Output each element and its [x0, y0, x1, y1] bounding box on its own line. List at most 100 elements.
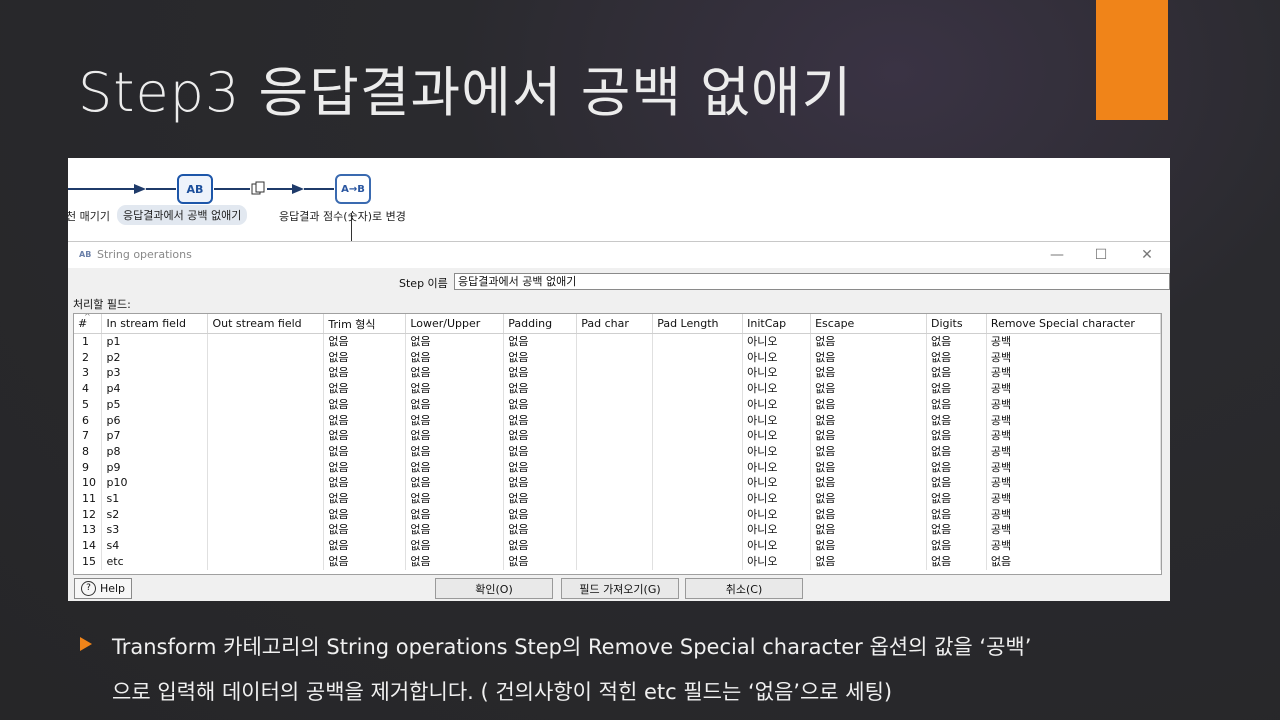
table-cell[interactable]: [652, 475, 744, 492]
table-cell[interactable]: [207, 506, 325, 523]
table-cell[interactable]: 없음: [810, 365, 927, 382]
maximize-button[interactable]: ☐: [1086, 245, 1116, 265]
column-header[interactable]: Trim 형식: [323, 314, 407, 334]
close-button[interactable]: ✕: [1132, 245, 1162, 265]
table-cell[interactable]: p3: [101, 365, 209, 382]
table-row[interactable]: 14 s4 없음 없음 없음 아니오 없음 없음 공백: [74, 538, 1161, 554]
table-row[interactable]: 11 s1 없음 없음 없음 아니오 없음 없음 공백: [74, 491, 1161, 507]
table-cell[interactable]: 없음: [926, 459, 987, 476]
table-cell[interactable]: [576, 333, 654, 350]
table-cell[interactable]: 공백: [986, 349, 1161, 366]
table-cell[interactable]: [207, 381, 325, 397]
table-cell[interactable]: [576, 365, 654, 382]
table-cell[interactable]: 없음: [405, 491, 505, 507]
table-cell[interactable]: [652, 333, 744, 350]
table-cell[interactable]: 없음: [503, 475, 578, 492]
table-cell[interactable]: 공백: [986, 475, 1161, 492]
string-operations-step-icon[interactable]: AB: [177, 174, 213, 204]
table-cell[interactable]: 없음: [405, 475, 505, 492]
table-cell[interactable]: 아니오: [742, 538, 812, 554]
table-cell[interactable]: 없음: [926, 349, 987, 366]
table-cell[interactable]: 없음: [503, 333, 578, 350]
table-row[interactable]: 6 p6 없음 없음 없음 아니오 없음 없음 공백: [74, 412, 1161, 429]
table-cell[interactable]: 없음: [926, 538, 987, 554]
table-cell[interactable]: p1: [101, 333, 209, 350]
table-cell[interactable]: 공백: [986, 522, 1161, 539]
table-cell[interactable]: [207, 522, 325, 539]
table-cell[interactable]: 없음: [926, 443, 987, 460]
table-cell[interactable]: [652, 349, 744, 366]
step-label-replace[interactable]: 응답결과 점수(숫자)로 변경: [279, 208, 406, 224]
table-cell[interactable]: [576, 506, 654, 523]
table-cell[interactable]: 없음: [810, 349, 927, 366]
table-cell[interactable]: [652, 381, 744, 397]
table-cell[interactable]: [207, 491, 325, 507]
column-header[interactable]: Out stream field: [207, 314, 325, 334]
table-cell[interactable]: 없음: [986, 553, 1161, 570]
table-cell[interactable]: 없음: [405, 522, 505, 539]
table-cell[interactable]: 아니오: [742, 333, 812, 350]
table-cell[interactable]: 아니오: [742, 475, 812, 492]
table-cell[interactable]: 없음: [323, 365, 407, 382]
table-row[interactable]: 1 p1 없음 없음 없음 아니오 없음 없음 공백: [74, 333, 1161, 350]
table-cell[interactable]: 없음: [405, 412, 505, 429]
column-header[interactable]: Remove Special character: [986, 314, 1161, 334]
column-header[interactable]: Lower/Upper: [405, 314, 505, 334]
table-cell[interactable]: [576, 349, 654, 366]
table-cell[interactable]: 아니오: [742, 522, 812, 539]
table-cell[interactable]: s4: [101, 538, 209, 554]
table-cell[interactable]: 없음: [323, 412, 407, 429]
table-cell[interactable]: 공백: [986, 538, 1161, 554]
table-cell[interactable]: 아니오: [742, 349, 812, 366]
table-cell[interactable]: p9: [101, 459, 209, 476]
table-cell[interactable]: 없음: [323, 538, 407, 554]
table-cell[interactable]: p7: [101, 428, 209, 444]
table-cell[interactable]: 없음: [503, 365, 578, 382]
table-cell[interactable]: 없음: [405, 396, 505, 413]
table-cell[interactable]: [652, 443, 744, 460]
table-cell[interactable]: 없음: [810, 381, 927, 397]
table-cell[interactable]: [652, 553, 744, 570]
table-cell[interactable]: 없음: [323, 349, 407, 366]
table-cell[interactable]: 없음: [323, 396, 407, 413]
table-cell[interactable]: 없음: [810, 459, 927, 476]
table-cell[interactable]: [576, 475, 654, 492]
table-cell[interactable]: [207, 459, 325, 476]
table-cell[interactable]: [207, 475, 325, 492]
table-cell[interactable]: 없음: [405, 428, 505, 444]
table-row[interactable]: 13 s3 없음 없음 없음 아니오 없음 없음 공백: [74, 522, 1161, 539]
table-cell[interactable]: 공백: [986, 396, 1161, 413]
table-cell[interactable]: [652, 491, 744, 507]
table-row[interactable]: 10 p10 없음 없음 없음 아니오 없음 없음 공백: [74, 475, 1161, 492]
table-cell[interactable]: [652, 459, 744, 476]
table-cell[interactable]: 없음: [405, 506, 505, 523]
step-name-input[interactable]: 응답결과에서 공백 없애기: [454, 273, 1170, 290]
table-row[interactable]: 7 p7 없음 없음 없음 아니오 없음 없음 공백: [74, 428, 1161, 444]
table-cell[interactable]: 없음: [405, 538, 505, 554]
table-cell[interactable]: 공백: [986, 491, 1161, 507]
table-row[interactable]: 15 etc 없음 없음 없음 아니오 없음 없음 없음: [74, 553, 1161, 570]
table-cell[interactable]: [652, 522, 744, 539]
table-cell[interactable]: 공백: [986, 412, 1161, 429]
step-label-prev[interactable]: 천 매기기: [68, 208, 110, 224]
table-cell[interactable]: 없음: [810, 491, 927, 507]
table-cell[interactable]: 공백: [986, 365, 1161, 382]
table-cell[interactable]: 없음: [503, 491, 578, 507]
table-cell[interactable]: [576, 396, 654, 413]
table-cell[interactable]: 없음: [503, 412, 578, 429]
table-cell[interactable]: 없음: [503, 428, 578, 444]
table-row[interactable]: 2 p2 없음 없음 없음 아니오 없음 없음 공백: [74, 349, 1161, 366]
table-cell[interactable]: 없음: [405, 443, 505, 460]
table-cell[interactable]: 없음: [323, 491, 407, 507]
table-cell[interactable]: 없음: [926, 381, 987, 397]
ok-button[interactable]: 확인(O): [435, 578, 553, 599]
table-cell[interactable]: p8: [101, 443, 209, 460]
table-cell[interactable]: s2: [101, 506, 209, 523]
table-cell[interactable]: p10: [101, 475, 209, 492]
table-cell[interactable]: 없음: [810, 522, 927, 539]
table-cell[interactable]: 아니오: [742, 365, 812, 382]
table-cell[interactable]: p2: [101, 349, 209, 366]
table-cell[interactable]: 아니오: [742, 459, 812, 476]
table-cell[interactable]: 없음: [323, 443, 407, 460]
table-cell[interactable]: 공백: [986, 506, 1161, 523]
